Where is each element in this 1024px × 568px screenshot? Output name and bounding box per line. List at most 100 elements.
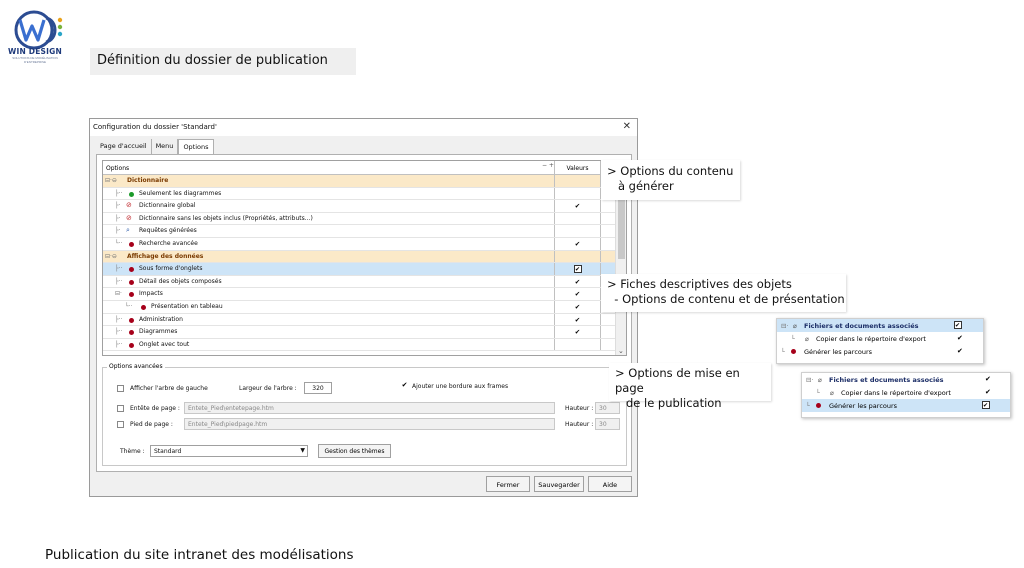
row-label: Détail des objets composés [139, 277, 222, 285]
tree-row[interactable]: ├·· Administration ✔ [103, 313, 617, 327]
logo-wordmark: WIN DESIGN [8, 47, 62, 56]
tree-toggle-icon[interactable]: ⊟· [781, 322, 789, 330]
row-value [554, 175, 601, 187]
footer-height-label: Hauteur : [565, 421, 594, 428]
paperclip-icon: ⌀ [793, 322, 797, 330]
row-value[interactable]: ✔ [957, 334, 963, 342]
row-value[interactable]: ✔ [554, 326, 601, 338]
row-value[interactable] [554, 187, 601, 200]
row-value[interactable]: ✔ [554, 275, 601, 288]
row-value[interactable]: ✔ [554, 300, 601, 313]
help-button[interactable]: Aide [588, 476, 632, 492]
callout-line: > Options de mise en page [615, 366, 740, 395]
tree-row[interactable]: ├·· Seulement les diagrammes [103, 187, 617, 201]
frame-border-checkbox[interactable]: ✔ [401, 382, 408, 389]
row-value[interactable]: ✔ [957, 347, 963, 355]
checkbox[interactable]: ✔ [954, 321, 962, 329]
theme-select[interactable]: Standard ▼ [150, 445, 308, 457]
checkbox[interactable]: ✔ [573, 265, 582, 274]
callout-layout-options: > Options de mise en page de le publicat… [609, 363, 771, 410]
tree-row-selected[interactable]: ├·· Sous forme d'onglets ✔ [103, 263, 617, 276]
row-value-checkbox[interactable]: ✔ [554, 263, 601, 275]
row-value[interactable] [554, 212, 601, 225]
tree-row[interactable]: └·· Présentation en tableau ✔ [103, 300, 617, 314]
mini-row[interactable]: └ ⌀ Copier dans le répertoire d'export ✔ [777, 332, 983, 345]
show-tree-label: Afficher l'arbre de gauche [130, 385, 208, 392]
tree-row-affichage[interactable]: ⊟·⊖ Affichage des données [103, 250, 617, 264]
tree-row[interactable]: ├·· Diagrammes ✔ [103, 326, 617, 339]
row-value[interactable]: ✔ [554, 288, 601, 300]
scroll-thumb[interactable] [618, 199, 625, 259]
mini-row[interactable]: ⊟· ⌀ Fichiers et documents associés ✔ [802, 373, 1010, 386]
row-value[interactable]: ✔ [985, 375, 991, 383]
row-value[interactable]: ✔ [554, 313, 601, 326]
close-icon[interactable]: ✕ [623, 121, 631, 132]
checkbox[interactable]: ✔ [982, 401, 990, 409]
header-path-input[interactable]: Entete_Pied\entetepage.htm [184, 402, 555, 414]
tree-line-icon: └ [781, 348, 785, 356]
chevron-down-icon[interactable]: ⌄ [618, 347, 624, 355]
tree-row[interactable]: ⊟· Impacts ✔ [103, 288, 617, 301]
callout-object-sheets: > Fiches descriptives des objets - Optio… [601, 274, 846, 312]
tree-line-icon: └ [816, 389, 820, 397]
chevron-down-icon[interactable]: ▼ [300, 447, 305, 454]
tree-row[interactable]: ├·· Détail des objets composés ✔ [103, 275, 617, 289]
tree-row-dictionnaire[interactable]: ⊟·⊖ Dictionnaire [103, 175, 617, 188]
red-bullet-icon [129, 279, 134, 285]
footer-path-input[interactable]: Entete_Pied\piedpage.htm [184, 418, 555, 430]
row-value[interactable] [554, 225, 601, 237]
advanced-options-legend: Options avancées [107, 363, 165, 370]
tab-home-page[interactable]: Page d'accueil [96, 139, 152, 154]
tree-row[interactable]: └·· Recherche avancée ✔ [103, 237, 617, 251]
row-label: Générer les parcours [829, 402, 898, 410]
save-button[interactable]: Sauvegarder [534, 476, 584, 492]
row-label: Affichage des données [127, 252, 204, 260]
header-label: Entête de page : [130, 405, 180, 412]
row-label: Fichiers et documents associés [804, 322, 919, 330]
callout-line: > Options du contenu [607, 164, 734, 178]
tab-menu[interactable]: Menu [152, 139, 179, 154]
row-label: Seulement les diagrammes [139, 189, 222, 197]
theme-label: Thème : [120, 448, 145, 455]
manage-themes-button[interactable]: Gestion des thèmes [318, 444, 391, 458]
config-dialog: Configuration du dossier 'Standard' ✕ Pa… [89, 118, 638, 497]
logo-tagline: SOLUTIONS DE MODÉLISATION D'ENTREPRISE [12, 56, 58, 64]
row-label: Dictionnaire [127, 177, 169, 184]
mini-row[interactable]: ⊟· ⌀ Fichiers et documents associés ✔ [777, 319, 983, 332]
footer-height-input[interactable]: 30 [595, 418, 620, 430]
tree-row[interactable]: ├· ⊘ Dictionnaire global ✔ [103, 200, 617, 213]
tree-line-icon: ├· [115, 214, 121, 222]
tree-row[interactable]: ├· ⊘ Dictionnaire sans les objets inclus… [103, 212, 617, 226]
expand-collapse-icon[interactable]: − + [542, 162, 554, 169]
row-value[interactable]: ✔ [985, 388, 991, 396]
red-bullet-icon [816, 403, 821, 408]
column-options: Options [106, 165, 130, 172]
tree-row[interactable]: ├· ⌕ Requêtes générées [103, 225, 617, 238]
header-checkbox[interactable] [117, 405, 124, 412]
tree-row[interactable]: ├·· Onglet avec tout [103, 338, 617, 352]
row-value[interactable]: ✔ [554, 200, 601, 212]
tree-width-input[interactable]: 320 [304, 382, 332, 394]
tree-toggle-icon[interactable]: ⊟· [806, 376, 814, 384]
row-value[interactable]: ✔ [554, 237, 601, 250]
tree-line-icon: ├·· [115, 189, 123, 197]
tree-toggle-icon[interactable]: ⊟·⊖ [105, 253, 117, 260]
close-button[interactable]: Fermer [486, 476, 530, 492]
mini-panel-paths: ⊟· ⌀ Fichiers et documents associés ✔ └ … [801, 372, 1011, 418]
row-value[interactable] [554, 338, 601, 351]
show-tree-checkbox[interactable] [117, 385, 124, 392]
tree-toggle-icon[interactable]: ⊟·⊖ [105, 177, 117, 184]
dialog-titlebar: Configuration du dossier 'Standard' ✕ [90, 119, 637, 136]
mini-row-selected[interactable]: └ Générer les parcours ✔ [802, 399, 1010, 412]
search-icon: ⌕ [126, 226, 130, 235]
green-bullet-icon [129, 191, 134, 197]
mini-row[interactable]: └ Générer les parcours ✔ [777, 345, 983, 358]
red-bullet-icon [129, 330, 134, 336]
row-label: Sous forme d'onglets [139, 265, 203, 273]
red-bullet-icon [129, 317, 134, 323]
tree-toggle-icon[interactable]: ⊟· [115, 290, 122, 297]
theme-selected-value: Standard [154, 448, 182, 455]
mini-row[interactable]: └ ⌀ Copier dans le répertoire d'export ✔ [802, 386, 1010, 399]
footer-checkbox[interactable] [117, 421, 124, 428]
tab-options[interactable]: Options [178, 139, 214, 154]
